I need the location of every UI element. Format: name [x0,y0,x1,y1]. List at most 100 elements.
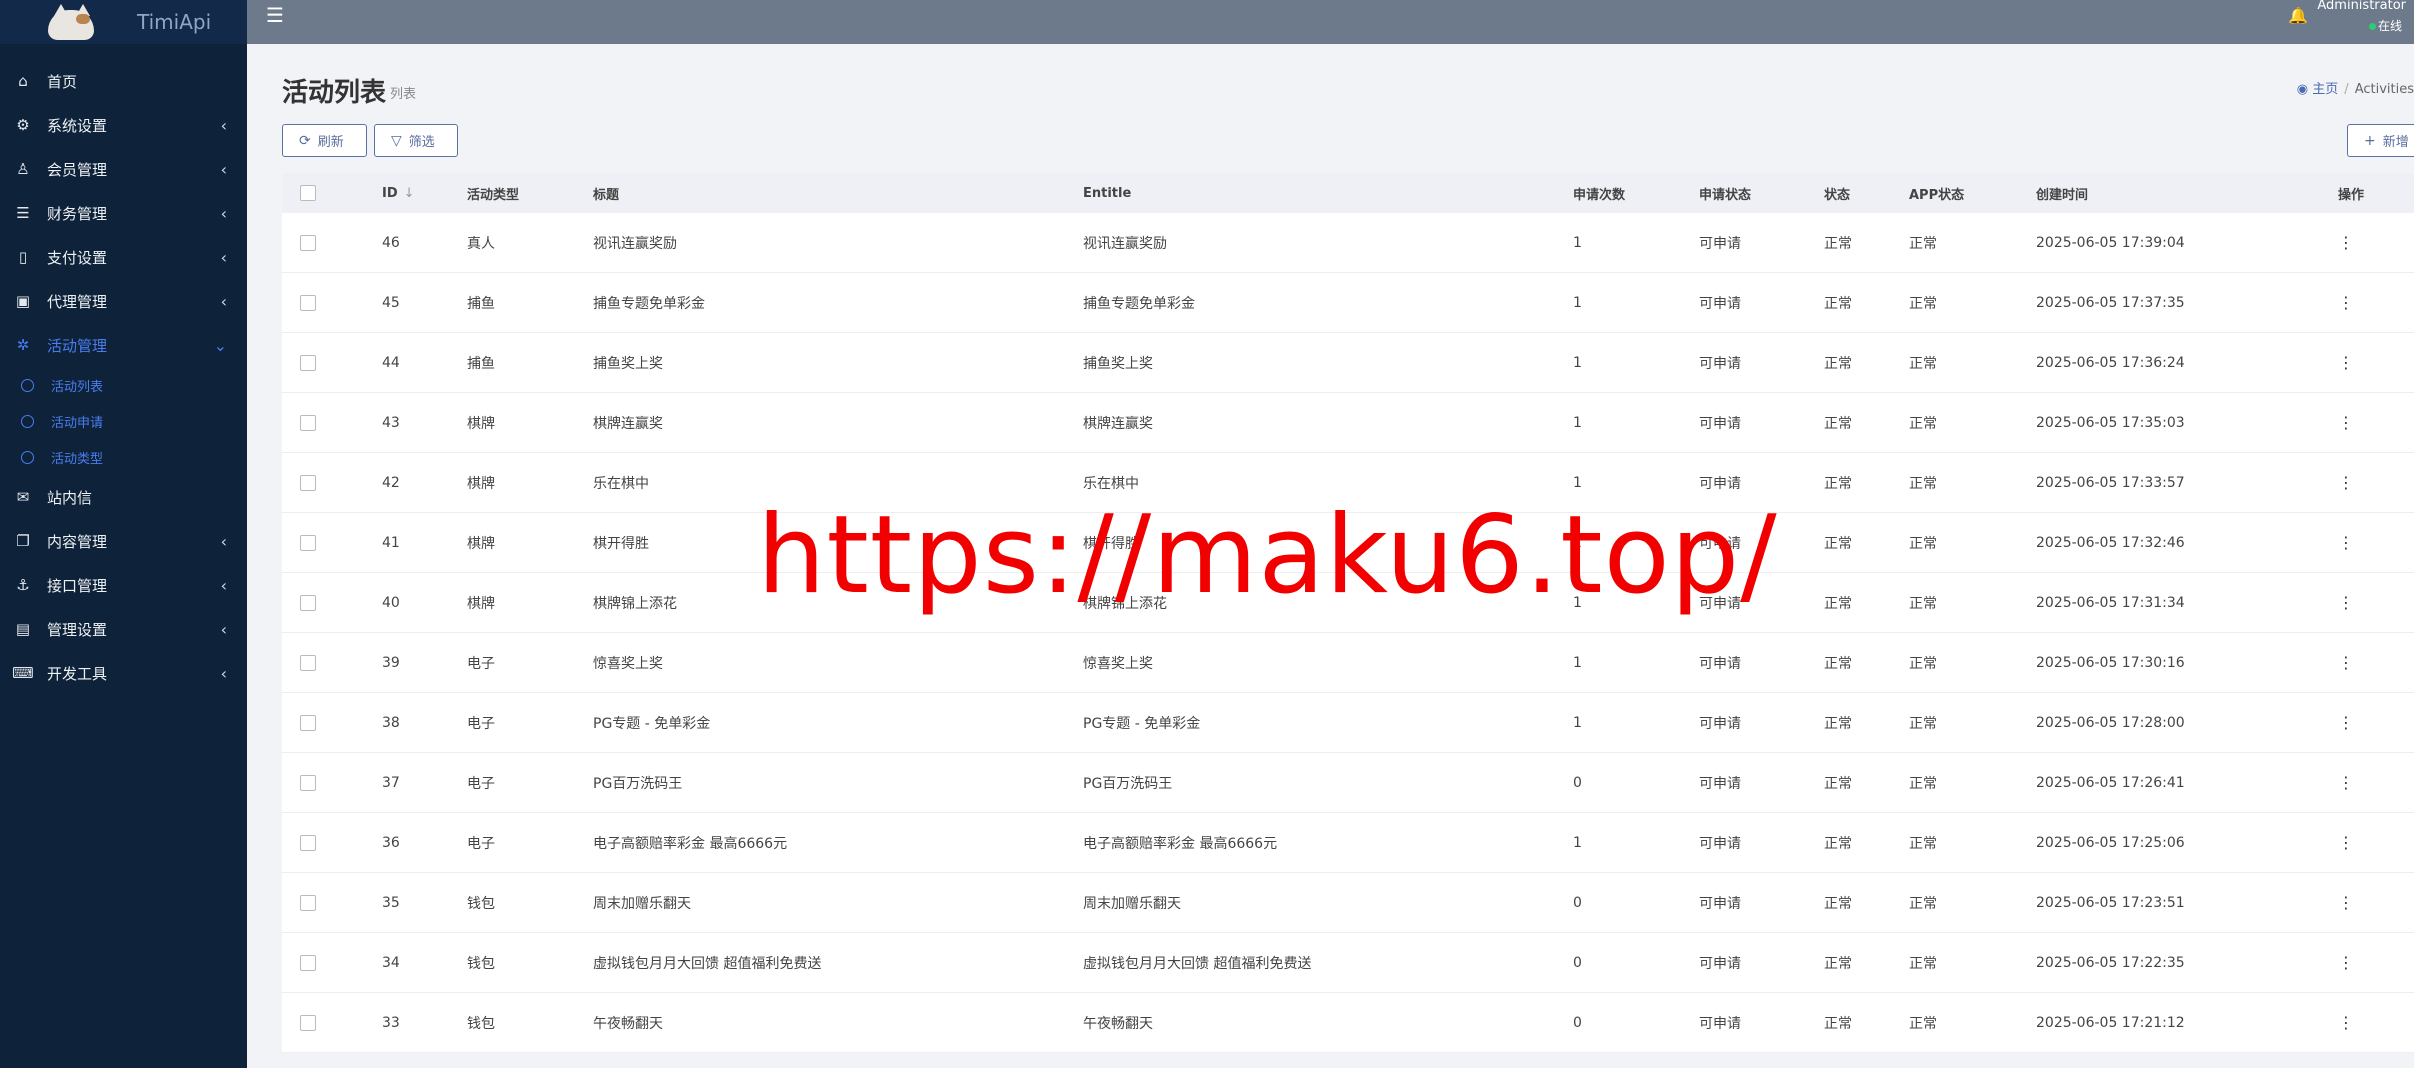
table-row[interactable]: 34 钱包 虚拟钱包月月大回馈 超值福利免费送 虚拟钱包月月大回馈 超值福利免费送 0 可… [282,933,2414,993]
cell-created: 2025-06-05 17:36:24 [2036,354,2185,371]
col-title: 标题 [593,187,620,203]
submenu-item-1[interactable]: 活动申请 [0,403,247,439]
plus-icon: + [2364,132,2376,149]
chevron-left-icon: ‹ [220,248,227,267]
row-checkbox[interactable] [300,294,316,311]
sidebar-item-7[interactable]: ✉ 站内信 [0,475,247,519]
add-button[interactable]: + 新增 [2347,124,2414,157]
sidebar-item-label: 站内信 [47,488,93,507]
sidebar-item-8[interactable]: ❐ 内容管理 ‹ [0,519,247,563]
more-options-icon[interactable]: ⋮ [2338,473,2354,492]
sidebar-item-10[interactable]: ▤ 管理设置 ‹ [0,607,247,651]
cell-created: 2025-06-05 17:35:03 [2036,414,2185,431]
sidebar-item-1[interactable]: ⚙ 系统设置 ‹ [0,103,247,147]
row-checkbox[interactable] [300,354,316,371]
sidebar-item-3[interactable]: ☰ 财务管理 ‹ [0,191,247,235]
row-checkbox[interactable] [300,414,316,431]
more-options-icon[interactable]: ⋮ [2338,533,2354,552]
table-row[interactable]: 37 电子 PG百万洗码王 PG百万洗码王 0 可申请 正常 正常 2025-06-05 17:… [282,753,2414,813]
sidebar-item-4[interactable]: ▯ 支付设置 ‹ [0,235,247,279]
chevron-left-icon: ‹ [220,204,227,223]
cell-status: 正常 [1824,835,1852,852]
cell-app-status: 正常 [1909,835,1937,852]
table-row[interactable]: 36 电子 电子高额赔率彩金 最高6666元 电子高额赔率彩金 最高6666元 1 可申请… [282,813,2414,873]
table-row[interactable]: 46 真人 视讯连赢奖励 视讯连赢奖励 1 可申请 正常 正常 2025-06-05 17:39… [282,213,2414,273]
copy-icon: ❐ [16,532,30,550]
more-options-icon[interactable]: ⋮ [2338,653,2354,672]
more-options-icon[interactable]: ⋮ [2338,413,2354,432]
cell-id: 42 [382,474,400,491]
breadcrumb-home[interactable]: 主页 [2312,82,2338,97]
sidebar-item-5[interactable]: ▣ 代理管理 ‹ [0,279,247,323]
activity-submenu: 活动列表 活动申请 活动类型 [0,367,247,475]
logo-area[interactable]: TimiApi [0,0,247,44]
submenu-item-2[interactable]: 活动类型 [0,439,247,475]
more-options-icon[interactable]: ⋮ [2338,353,2354,372]
sort-arrow-icon[interactable]: ↓ [404,186,415,201]
table-row[interactable]: 35 钱包 周末加赠乐翻天 周末加赠乐翻天 0 可申请 正常 正常 2025-06-05 17:… [282,873,2414,933]
keyboard-icon: ⌨ [12,664,34,682]
row-checkbox[interactable] [300,714,316,731]
database-icon: ☰ [16,204,30,222]
sidebar-item-0[interactable]: ⌂ 首页 [0,59,247,103]
more-options-icon[interactable]: ⋮ [2338,1013,2354,1032]
cell-type: 棋牌 [467,475,495,492]
more-options-icon[interactable]: ⋮ [2338,953,2354,972]
row-checkbox[interactable] [300,534,316,551]
sidebar-item-label: 财务管理 [47,204,108,223]
cell-apply-status: 可申请 [1699,355,1741,372]
more-options-icon[interactable]: ⋮ [2338,893,2354,912]
select-all-checkbox[interactable] [300,185,316,201]
filter-button[interactable]: ▽ 筛选 [374,124,458,157]
sidebar-item-9[interactable]: ⚓ 接口管理 ‹ [0,563,247,607]
activity-icon: ✲ [16,336,30,354]
table-row[interactable]: 42 棋牌 乐在棋中 乐在棋中 1 可申请 正常 正常 2025-06-05 17:33:57 ⋮ [282,453,2414,513]
cell-type: 电子 [467,835,495,852]
cell-count: 0 [1573,954,1582,971]
more-options-icon[interactable]: ⋮ [2338,773,2354,792]
more-options-icon[interactable]: ⋮ [2338,293,2354,312]
cell-count: 0 [1573,1014,1582,1031]
row-checkbox[interactable] [300,474,316,491]
cell-count: 1 [1573,474,1582,491]
more-options-icon[interactable]: ⋮ [2338,833,2354,852]
cell-id: 33 [382,1014,400,1031]
table-row[interactable]: 39 电子 惊喜奖上奖 惊喜奖上奖 1 可申请 正常 正常 2025-06-05 17:30:1… [282,633,2414,693]
row-checkbox[interactable] [300,774,316,791]
more-options-icon[interactable]: ⋮ [2338,713,2354,732]
bell-icon[interactable]: 🔔 [2288,6,2308,25]
table-row[interactable]: 45 捕鱼 捕鱼专题免单彩金 捕鱼专题免单彩金 1 可申请 正常 正常 2025-06-05 1… [282,273,2414,333]
row-checkbox[interactable] [300,234,316,251]
cell-status: 正常 [1824,475,1852,492]
table-row[interactable]: 44 捕鱼 捕鱼奖上奖 捕鱼奖上奖 1 可申请 正常 正常 2025-06-05 17:36:2… [282,333,2414,393]
more-options-icon[interactable]: ⋮ [2338,593,2354,612]
add-label: 新增 [2382,135,2409,150]
table-row[interactable]: 38 电子 PG专题 - 免单彩金 PG专题 - 免单彩金 1 可申请 正常 正常 2025-0… [282,693,2414,753]
row-checkbox[interactable] [300,954,316,971]
cell-title: 视讯连赢奖励 [593,235,677,252]
cell-id: 38 [382,714,400,731]
cell-apply-status: 可申请 [1699,895,1741,912]
row-checkbox[interactable] [300,1014,316,1031]
hamburger-menu-icon[interactable]: ☰ [266,3,284,27]
sidebar-item-6[interactable]: ✲ 活动管理 ⌄ [0,323,247,367]
table-row[interactable]: 43 棋牌 棋牌连赢奖 棋牌连赢奖 1 可申请 正常 正常 2025-06-05 17:35:0… [282,393,2414,453]
submenu-item-0[interactable]: 活动列表 [0,367,247,403]
row-checkbox[interactable] [300,834,316,851]
refresh-button[interactable]: ⟳ 刷新 [282,124,367,157]
sidebar-item-11[interactable]: ⌨ 开发工具 ‹ [0,651,247,695]
table-row[interactable]: 41 棋牌 棋开得胜 棋开得胜 1 可申请 正常 正常 2025-06-05 17:32:46 ⋮ [282,513,2414,573]
row-checkbox[interactable] [300,894,316,911]
more-options-icon[interactable]: ⋮ [2338,233,2354,252]
filter-label: 筛选 [408,135,435,150]
cell-status: 正常 [1824,355,1852,372]
user-name[interactable]: Administrator [2317,0,2406,13]
cell-created: 2025-06-05 17:25:06 [2036,834,2185,851]
row-checkbox[interactable] [300,654,316,671]
col-id[interactable]: ID ↓ [382,186,415,201]
row-checkbox[interactable] [300,594,316,611]
table-row[interactable]: 33 钱包 午夜畅翻天 午夜畅翻天 0 可申请 正常 正常 2025-06-05 17:21:1… [282,993,2414,1053]
table-row[interactable]: 40 棋牌 棋牌锦上添花 棋牌锦上添花 1 可申请 正常 正常 2025-06-05 17:31… [282,573,2414,633]
sidebar-item-2[interactable]: ♙ 会员管理 ‹ [0,147,247,191]
cell-apply-status: 可申请 [1699,955,1741,972]
